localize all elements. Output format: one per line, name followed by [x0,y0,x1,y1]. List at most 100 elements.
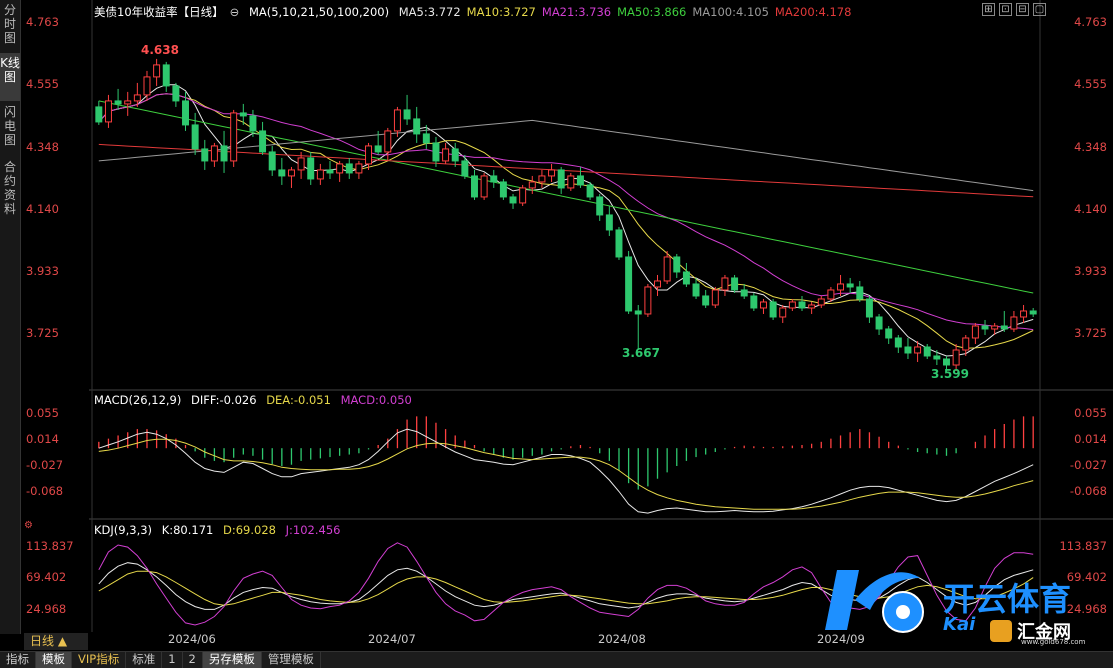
side-tab-bar: 分时图 K线图 闪电图 合约资料 [0,0,21,634]
candlesticks [95,58,1037,371]
y-axis-label-right: 4.140 [1074,201,1107,216]
y-axis-label-left: 3.725 [26,326,59,341]
candle-down [451,148,459,162]
candle-up [808,304,816,309]
candle-down [894,337,902,348]
candle-up [538,175,546,183]
fullscreen-icon[interactable]: ⊡ [999,3,1012,16]
candle-up [837,283,845,291]
candle-up [297,157,305,171]
candle-up [384,130,392,153]
low-annotation-sep: 3.599 [931,367,969,381]
candle-up [519,187,527,204]
candle-down [846,283,854,288]
layout-icon[interactable]: ⊟ [1016,3,1029,16]
y-axis-label-right: 3.725 [1074,326,1107,341]
candle-down [798,301,806,309]
ma100-line [98,119,1034,192]
macd-diff-line [98,428,1034,514]
chart-area[interactable] [20,0,1113,634]
candle-down [490,175,498,183]
candle-up [711,289,719,306]
kdj-k: K:80.171 [161,523,214,537]
candle-up [287,169,295,177]
candle-down [933,355,941,360]
candle-up [827,289,835,300]
macd-legend: MACD(26,12,9) DIFF:-0.026 DEA:-0.051 MAC… [94,393,418,407]
settings-icon[interactable]: ⊖ [230,5,240,19]
candle-down [345,163,353,174]
candle-up [143,76,151,96]
indicator-tab[interactable]: 指标 [0,652,36,668]
ma-value-label: MA5:3.772 [398,5,461,19]
candle-down [268,151,276,171]
y-axis-label-left: 113.837 [26,538,74,553]
y-axis-label-left: -0.068 [26,484,64,499]
ma-value-label: MA100:4.105 [692,5,769,19]
candle-up [336,163,344,174]
y-axis-label-left: 4.348 [26,139,59,154]
layout-2-tab[interactable]: 2 [183,652,203,668]
candle-up [355,163,363,174]
candle-down [923,346,931,357]
candle-up [153,64,161,78]
y-axis-label-right: 0.055 [1074,406,1107,421]
candle-down [605,214,613,231]
macd-dea: DEA:-0.051 [266,393,331,407]
kdj-settings-icon[interactable]: ⚙ [24,520,33,531]
y-axis-label-left: 4.763 [26,15,59,29]
candle-down [682,271,690,285]
candle-up [104,100,112,123]
vip-indicator-tab[interactable]: VIP指标 [72,652,127,668]
candle-up [124,100,132,105]
candle-down [673,256,681,273]
period-selector[interactable]: 日线 ▲ [24,633,88,650]
candle-down [307,157,315,180]
tab-kline[interactable]: K线图 [0,53,20,101]
candle-up [442,148,450,162]
y-axis-label-left: 0.014 [26,432,59,447]
y-axis-label-right: 4.763 [1074,15,1107,29]
candle-up [1010,316,1018,330]
y-axis-label-right: 4.348 [1074,139,1107,154]
y-axis-label-right: 113.837 [1059,538,1107,553]
y-axis-label-right: 0.014 [1074,432,1107,447]
save-template-button[interactable]: 另存模板 [202,652,262,668]
candle-up [133,94,141,102]
candle-down [172,85,180,102]
candle-down [162,64,170,87]
template-tab[interactable]: 模板 [36,652,72,668]
ma-value-label: MA50:3.866 [617,5,687,19]
zoom-in-icon[interactable]: ⊞ [982,3,995,16]
tab-flash-chart[interactable]: 闪电图 [0,102,20,156]
manage-template-button[interactable]: 管理模板 [262,652,321,668]
close-panel-icon[interactable]: ▢ [1033,3,1046,16]
macd-diff: DIFF:-0.026 [191,393,257,407]
ma50-line [98,100,1034,294]
macd-params: MACD(26,12,9) [94,393,182,407]
candle-up [365,145,373,165]
candle-down [403,109,411,120]
period-tag: 【日线】 [177,5,224,19]
candle-up [528,181,536,189]
y-axis-label-left: 69.402 [26,570,67,585]
ma-params: MA(5,10,21,50,100,200) [248,5,390,19]
candle-down [374,145,382,153]
candle-up [316,169,324,180]
layout-1-tab[interactable]: 1 [162,652,183,668]
low-annotation-aug: 3.667 [622,346,660,360]
candle-down [413,118,421,135]
candle-up [230,112,238,162]
candle-up [654,280,661,288]
candle-up [991,325,999,330]
candle-down [740,289,748,297]
tab-time-sharing[interactable]: 分时图 [0,0,20,52]
candle-down [904,346,912,354]
candle-up [663,256,671,282]
macd-dea-line [98,438,1034,510]
candle-down [865,298,873,318]
tab-contract-info[interactable]: 合约资料 [0,157,20,216]
bottom-toolbar: 指标 模板 VIP指标 标准 1 2 另存模板 管理模板 [0,651,1113,668]
standard-tab[interactable]: 标准 [126,652,163,668]
candle-up [914,346,922,354]
